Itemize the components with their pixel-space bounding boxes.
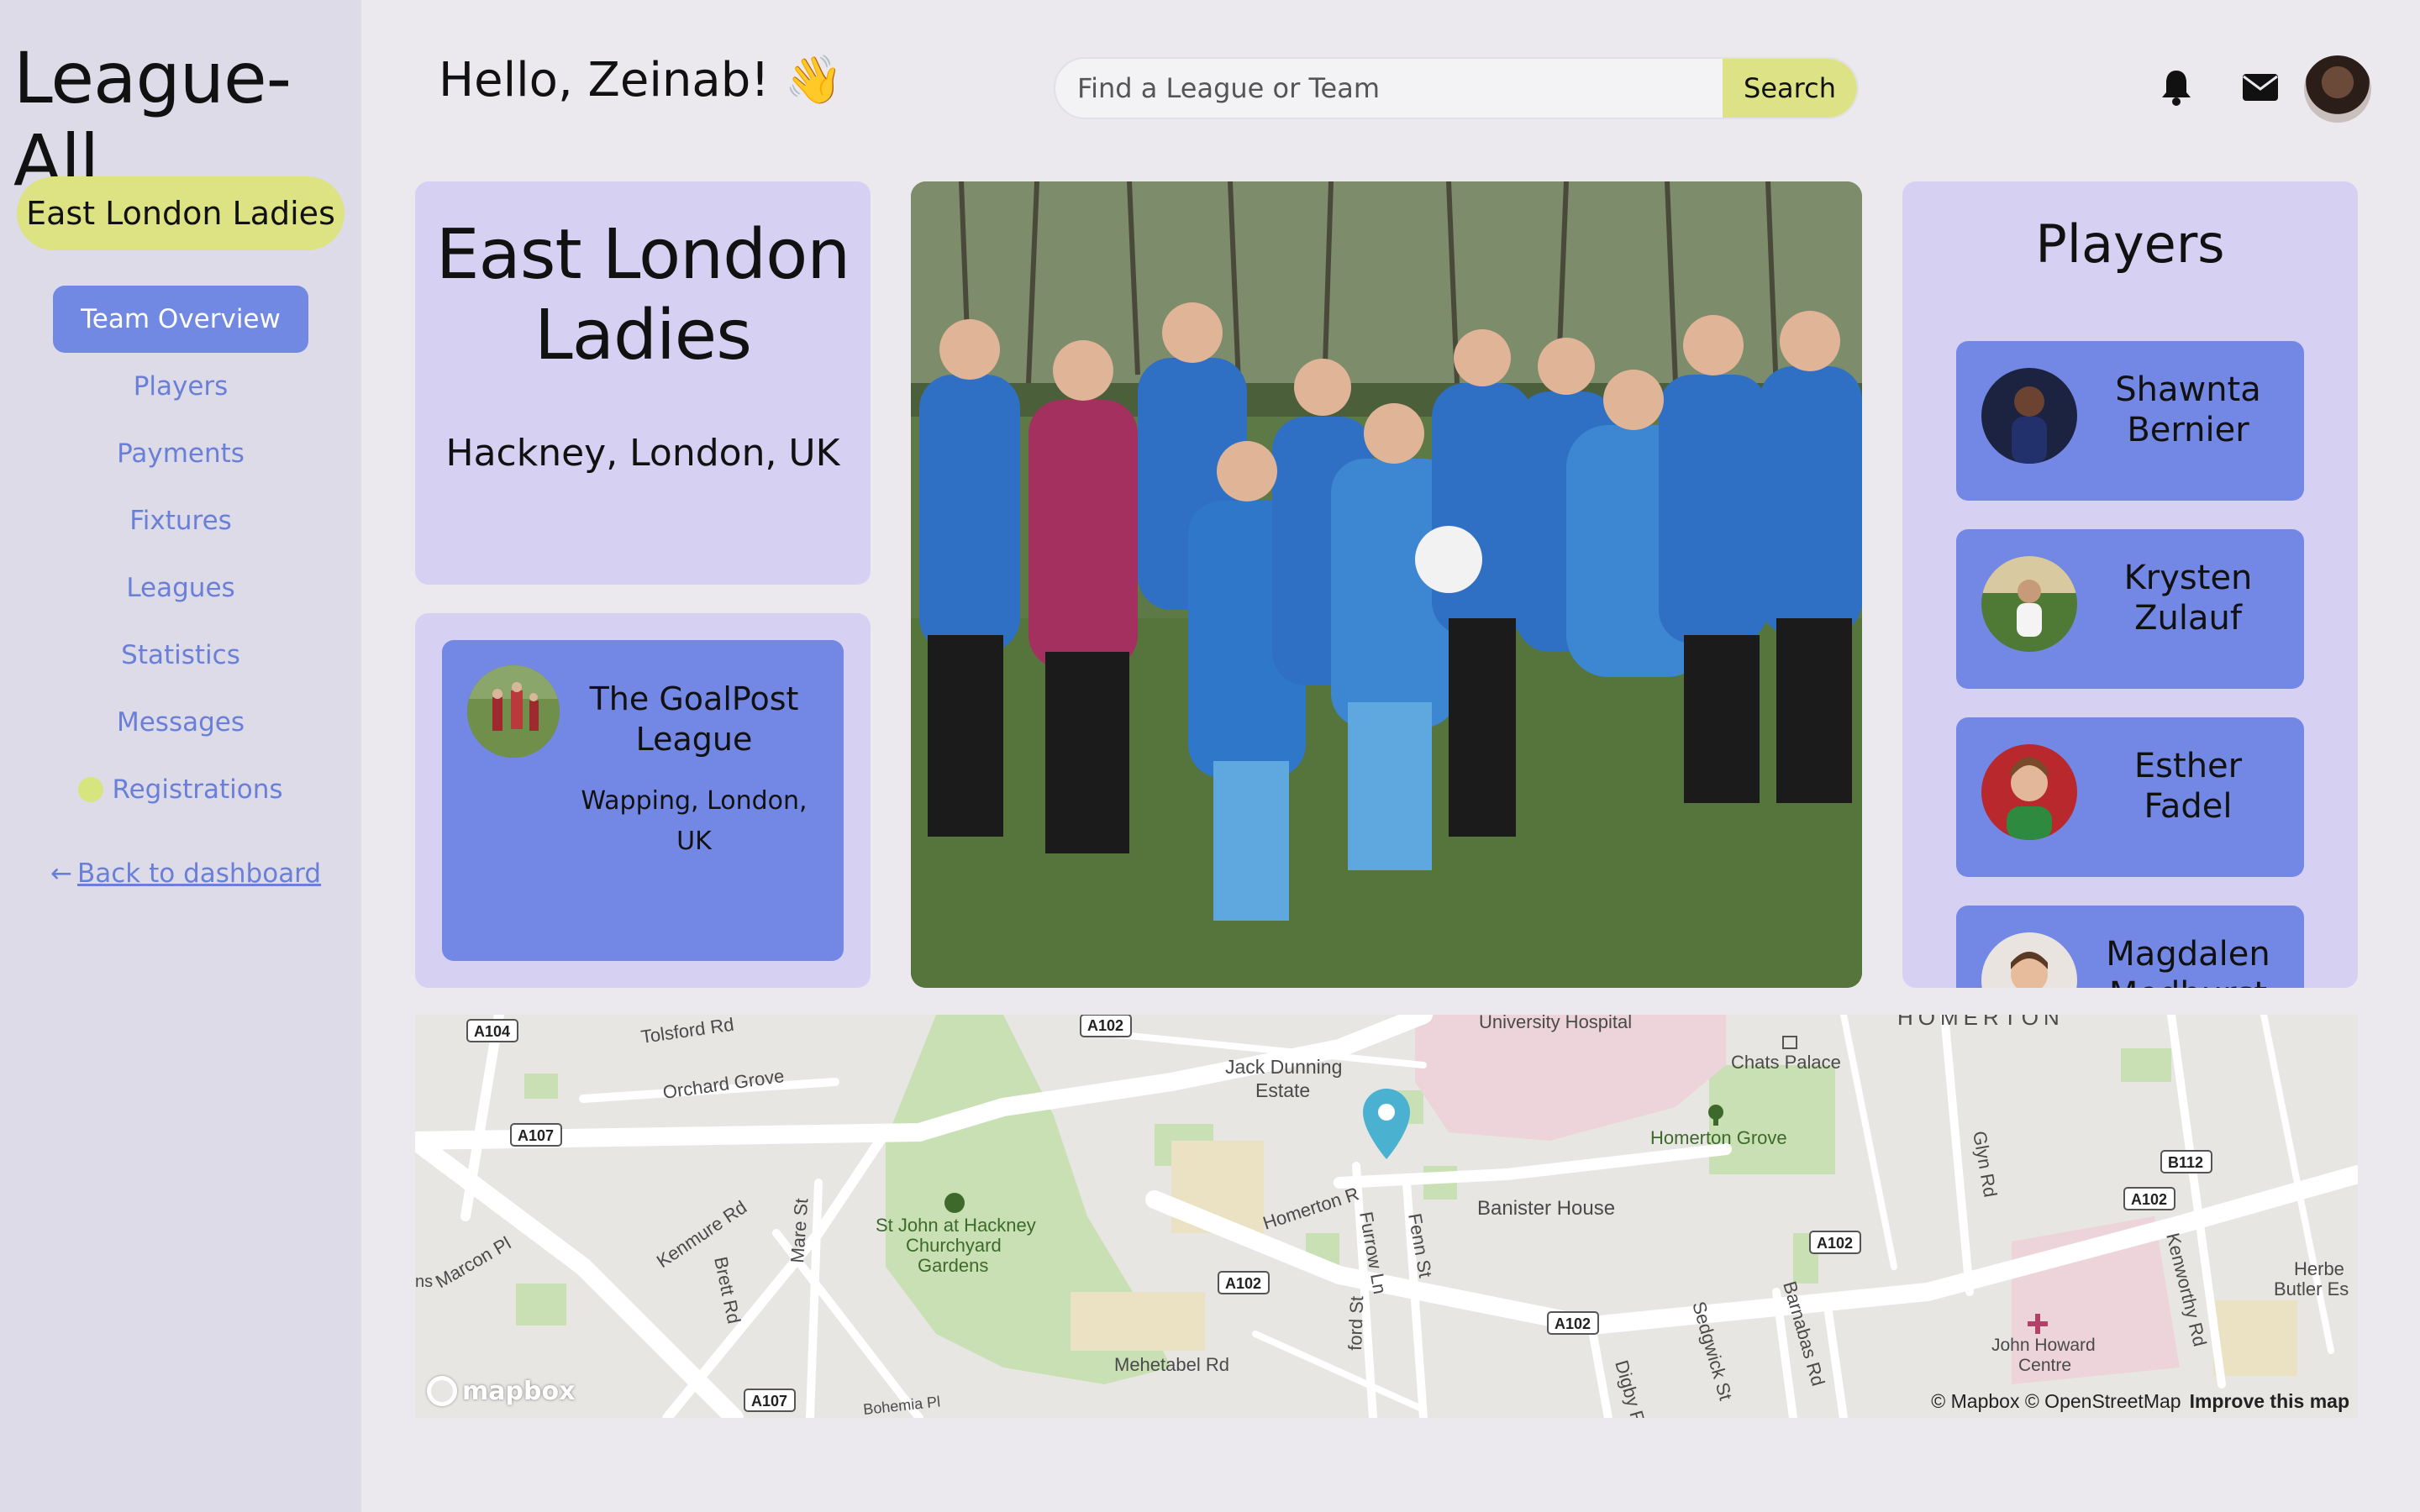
player-name: Magdalen Medhurst — [2106, 935, 2270, 988]
player-card[interactable]: Esther Fadel — [1956, 717, 2304, 877]
league-card: The GoalPost League Wapping, London, UK — [415, 613, 871, 988]
map-label: Homerton Grove — [1650, 1127, 1787, 1148]
team-pill[interactable]: East London Ladies — [17, 176, 345, 250]
map-label: HOMERTON — [1897, 1015, 2065, 1030]
player-avatar — [1981, 744, 2077, 840]
road-shield-a102: A102 — [1225, 1275, 1261, 1292]
sidebar-item-statistics[interactable]: Statistics — [0, 622, 361, 689]
search-bar: Search — [1054, 57, 1859, 119]
map-label: St John at Hackney — [876, 1215, 1036, 1236]
mapbox-logo[interactable]: mapbox — [427, 1376, 575, 1406]
search-button[interactable]: Search — [1723, 59, 1857, 118]
sidebar-item-leagues[interactable]: Leagues — [0, 554, 361, 622]
map-label: Estate — [1255, 1079, 1310, 1101]
road-shield-a102: A102 — [1555, 1315, 1591, 1332]
team-photo — [911, 181, 1862, 988]
road-shield-a104: A104 — [474, 1023, 510, 1040]
league-name: The GoalPost League — [589, 680, 799, 758]
sidebar-item-label: Fixtures — [129, 506, 232, 536]
road-shield-b112: B112 — [2168, 1154, 2203, 1171]
sidebar-item-registrations[interactable]: Registrations — [0, 756, 361, 823]
improve-map-link[interactable]: Improve this map — [2190, 1390, 2349, 1412]
sidebar-item-players[interactable]: Players — [0, 353, 361, 420]
map-label: Churchyard — [906, 1235, 1002, 1256]
road-shield-a107: A107 — [751, 1393, 787, 1410]
players-card: Players Shawnta Bernier Krysten Zulauf E… — [1902, 181, 2358, 988]
sidebar-item-label: Players — [133, 371, 229, 402]
map-label: Jack Dunning — [1225, 1056, 1342, 1078]
player-name: Krysten Zulauf — [2123, 559, 2253, 638]
search-input[interactable] — [1055, 59, 1723, 118]
team-name: East London Ladies — [435, 215, 851, 375]
team-location: Hackney, London, UK — [445, 432, 840, 475]
map[interactable]: A104 A107 A102 A102 A102 A102 A102 B112 … — [415, 1015, 2358, 1418]
player-name: Esther Fadel — [2133, 747, 2243, 826]
map-label: Gardens — [918, 1255, 988, 1276]
mail-icon[interactable] — [2237, 64, 2284, 111]
map-label: Butler Es — [2274, 1278, 2349, 1299]
back-link-label: Back to dashboard — [76, 858, 322, 889]
road-shield-a102: A102 — [2131, 1191, 2167, 1208]
player-avatar — [1981, 932, 2077, 988]
greeting: Hello, Zeinab! 👋 — [439, 53, 844, 108]
sidebar-item-label: Messages — [116, 707, 245, 738]
sidebar-item-label: Registrations — [112, 774, 283, 805]
player-card[interactable]: Magdalen Medhurst — [1956, 906, 2304, 988]
road-shield-a102: A102 — [1087, 1017, 1123, 1034]
road-shield-a107: A107 — [518, 1127, 554, 1144]
map-label: ford St — [1344, 1296, 1367, 1352]
map-label: Centre — [2018, 1356, 2071, 1375]
map-label: Banister House — [1477, 1197, 1615, 1220]
sidebar: League-All East London Ladies Team Overv… — [0, 0, 361, 1512]
sidebar-item-fixtures[interactable]: Fixtures — [0, 487, 361, 554]
bell-icon[interactable] — [2153, 64, 2200, 111]
sidebar-item-team-overview[interactable]: Team Overview — [53, 286, 308, 353]
league-location: Wapping, London, UK — [581, 786, 808, 856]
map-label: University Hospital — [1479, 1015, 1632, 1032]
map-label: Mehetabel Rd — [1114, 1354, 1229, 1375]
sidebar-item-label: Payments — [117, 438, 245, 469]
arrow-left-icon: ← — [50, 858, 72, 889]
team-card: East London Ladies Hackney, London, UK — [415, 181, 871, 585]
user-avatar[interactable] — [2304, 55, 2371, 123]
player-card[interactable]: Krysten Zulauf — [1956, 529, 2304, 689]
map-label: ns — [415, 1273, 433, 1291]
mapbox-icon — [427, 1376, 457, 1406]
league-item[interactable]: The GoalPost League Wapping, London, UK — [442, 640, 844, 961]
sidebar-item-label: Leagues — [126, 573, 235, 603]
players-title: Players — [2035, 213, 2225, 275]
map-label: Herbe — [2294, 1258, 2344, 1279]
sidebar-item-messages[interactable]: Messages — [0, 689, 361, 756]
player-card[interactable]: Shawnta Bernier — [1956, 341, 2304, 501]
player-name: Shawnta Bernier — [2115, 370, 2261, 449]
sidebar-item-label: Statistics — [121, 640, 240, 670]
road-shield-a102: A102 — [1817, 1235, 1853, 1252]
sidebar-item-payments[interactable]: Payments — [0, 420, 361, 487]
map-attribution[interactable]: © Mapbox © OpenStreetMap Improve this map — [1931, 1390, 2349, 1413]
player-avatar — [1981, 556, 2077, 652]
sidebar-nav: Team Overview Players Payments Fixtures … — [0, 286, 361, 823]
league-image — [467, 665, 560, 758]
status-dot-icon — [78, 777, 104, 802]
back-to-dashboard-link[interactable]: ← Back to dashboard — [50, 858, 321, 889]
player-avatar — [1981, 368, 2077, 464]
map-label: John Howard — [1991, 1336, 2096, 1355]
map-label: Chats Palace — [1731, 1052, 1841, 1073]
